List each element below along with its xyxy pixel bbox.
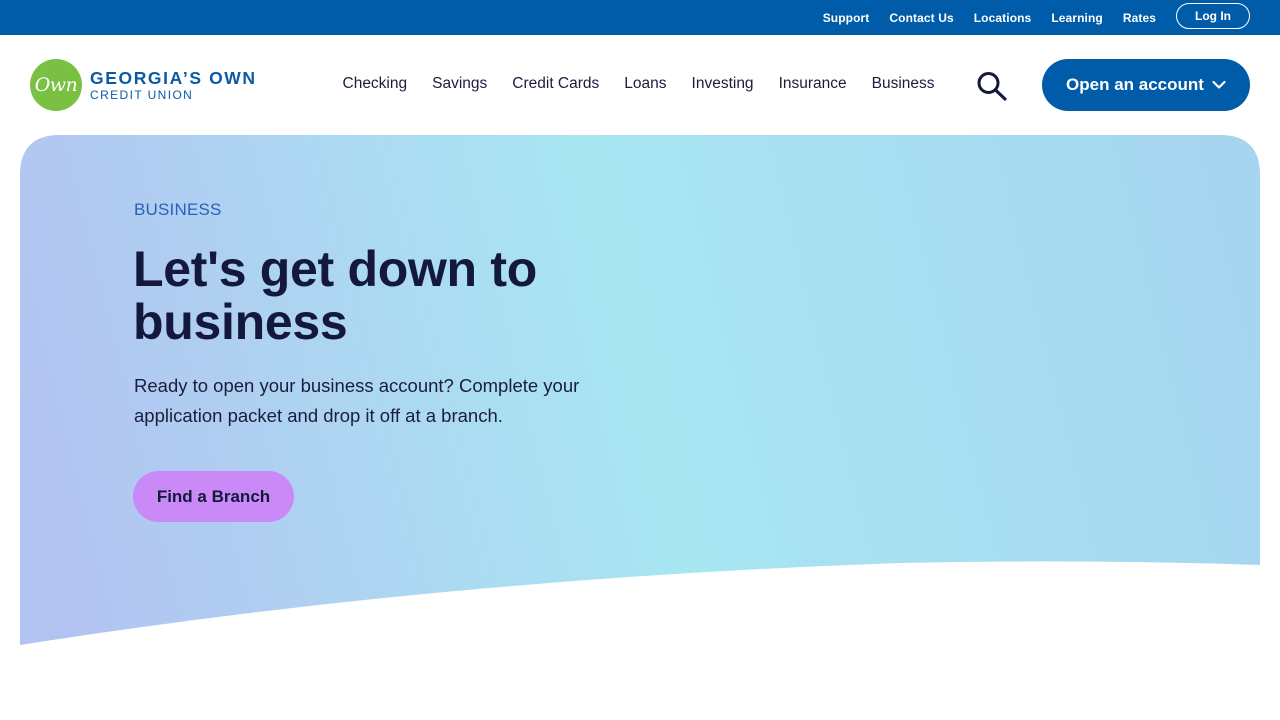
nav-item-checking[interactable]: Checking xyxy=(343,75,408,93)
utility-link-learning[interactable]: Learning xyxy=(1051,11,1102,25)
utility-bar: Support Contact Us Locations Learning Ra… xyxy=(0,0,1280,35)
utility-link-locations[interactable]: Locations xyxy=(974,11,1032,25)
open-account-label: Open an account xyxy=(1066,75,1204,94)
nav-item-savings[interactable]: Savings xyxy=(432,75,487,93)
nav-item-credit-cards[interactable]: Credit Cards xyxy=(512,75,599,93)
utility-link-rates[interactable]: Rates xyxy=(1123,11,1156,25)
find-a-branch-button[interactable]: Find a Branch xyxy=(133,471,294,522)
logo-name: GEORGIA’S OWN xyxy=(90,67,257,88)
logo-mark: Own xyxy=(30,59,82,111)
hero-description: Ready to open your business account? Com… xyxy=(134,375,580,426)
nav-item-loans[interactable]: Loans xyxy=(624,75,666,93)
hero-eyebrow: BUSINESS xyxy=(134,200,222,219)
hero-title: Let's get down to business xyxy=(133,241,537,350)
hero-section: BUSINESS Let's get down to business Read… xyxy=(20,135,1260,645)
logo-subtitle: CREDIT UNION xyxy=(90,87,194,102)
site-header: Own GEORGIA’S OWN CREDIT UNION Checking … xyxy=(0,35,1280,135)
nav-item-investing[interactable]: Investing xyxy=(692,75,754,93)
logo[interactable]: Own GEORGIA’S OWN CREDIT UNION xyxy=(30,59,257,111)
chevron-down-icon xyxy=(1212,80,1226,89)
utility-link-contact-us[interactable]: Contact Us xyxy=(889,11,953,25)
open-account-button[interactable]: Open an account xyxy=(1042,59,1250,111)
search-icon[interactable] xyxy=(976,71,1008,101)
logo-mark-text: Own xyxy=(34,74,78,96)
logo-wordmark: GEORGIA’S OWN CREDIT UNION xyxy=(90,67,257,102)
nav-item-business[interactable]: Business xyxy=(872,75,935,93)
nav-item-insurance[interactable]: Insurance xyxy=(779,75,847,93)
utility-link-support[interactable]: Support xyxy=(823,11,870,25)
login-button[interactable]: Log In xyxy=(1176,2,1250,29)
main-nav: Checking Savings Credit Cards Loans Inve… xyxy=(330,75,947,93)
